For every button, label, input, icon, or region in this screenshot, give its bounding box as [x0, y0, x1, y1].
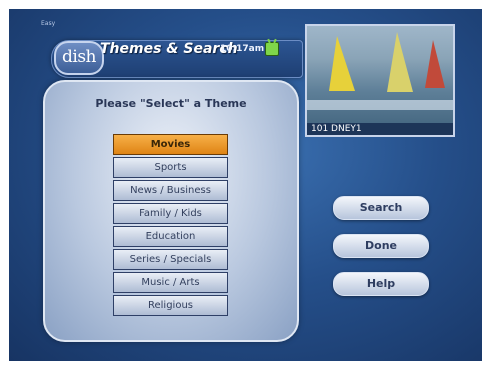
theme-item-music-arts[interactable]: Music / Arts — [113, 272, 228, 293]
windsurf-sail-1 — [329, 36, 355, 91]
theme-item-sports[interactable]: Sports — [113, 157, 228, 178]
corner-tag: Easy — [41, 20, 56, 27]
windsurf-sail-3 — [425, 40, 445, 88]
help-button[interactable]: Help — [333, 272, 429, 296]
theme-list: Movies Sports News / Business Family / K… — [113, 134, 228, 318]
theme-item-news-business[interactable]: News / Business — [113, 180, 228, 201]
page-title: Themes & Search — [100, 41, 238, 57]
search-button[interactable]: Search — [333, 196, 429, 220]
dish-logo: dish — [54, 41, 104, 75]
theme-item-religious[interactable]: Religious — [113, 295, 228, 316]
video-preview[interactable] — [305, 24, 455, 137]
clock-time: 10:17am — [220, 44, 265, 54]
done-button[interactable]: Done — [333, 234, 429, 258]
tv-status-icon — [265, 42, 279, 56]
channel-label: 101 DNEY1 — [305, 123, 455, 137]
theme-item-education[interactable]: Education — [113, 226, 228, 247]
windsurf-sail-2 — [387, 32, 413, 92]
theme-item-movies[interactable]: Movies — [113, 134, 228, 155]
theme-item-series-specials[interactable]: Series / Specials — [113, 249, 228, 270]
preview-wave — [307, 100, 453, 110]
theme-item-family-kids[interactable]: Family / Kids — [113, 203, 228, 224]
theme-prompt: Please "Select" a Theme — [95, 97, 247, 110]
